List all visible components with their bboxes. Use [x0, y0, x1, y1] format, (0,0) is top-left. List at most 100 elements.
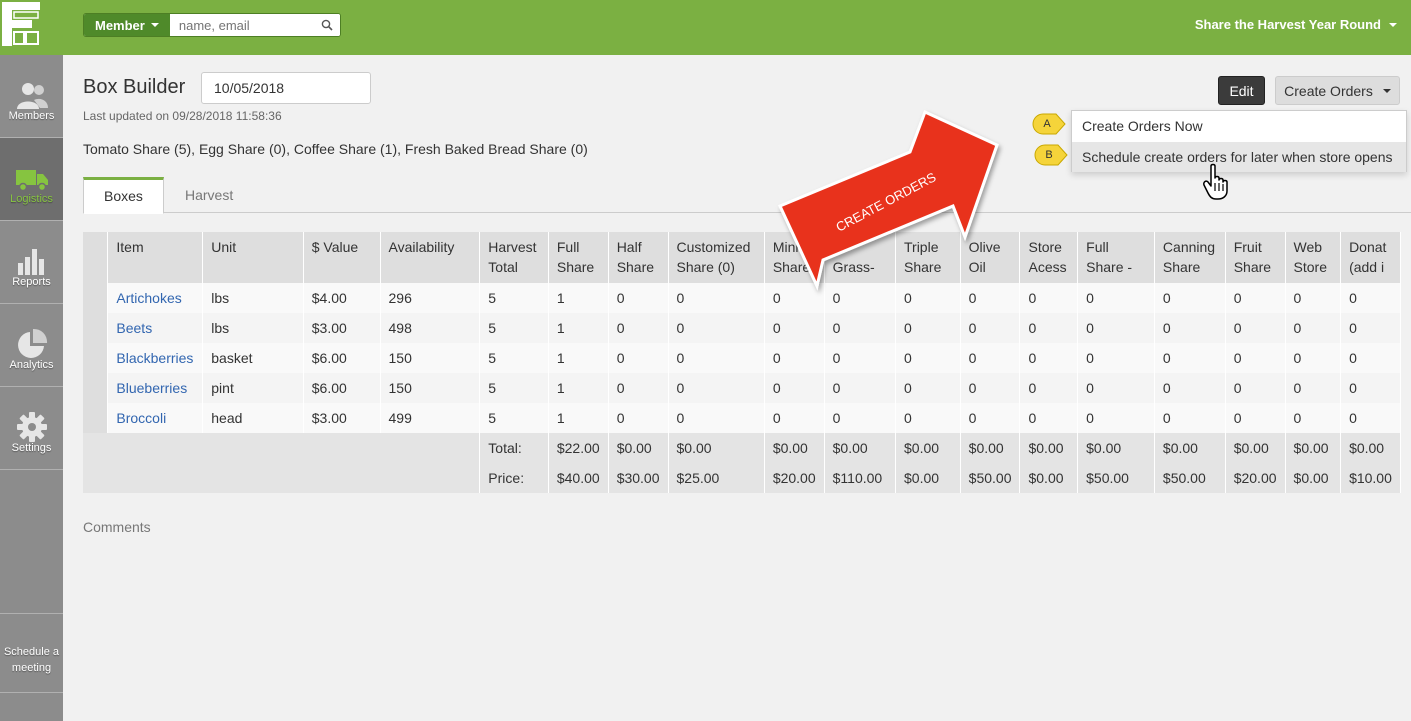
table-row[interactable]: Artichokes lbs $4.00 296 5 1 0 0 0 0 0 0…: [83, 283, 1401, 313]
column-header[interactable]: Full Share: [548, 232, 609, 283]
table-cell[interactable]: 0: [668, 343, 765, 373]
column-header[interactable]: Full Share -: [1077, 232, 1155, 283]
table-cell[interactable]: 0: [1019, 343, 1079, 373]
table-cell[interactable]: 0: [895, 373, 961, 403]
price-cell[interactable]: $30.00: [608, 463, 669, 493]
price-cell[interactable]: $25.00: [668, 463, 765, 493]
table-cell[interactable]: 0: [608, 343, 669, 373]
table-cell[interactable]: 0: [668, 373, 765, 403]
table-cell[interactable]: 0: [1285, 403, 1342, 433]
price-cell[interactable]: $20.00: [764, 463, 825, 493]
table-cell[interactable]: 0: [1077, 343, 1155, 373]
table-cell[interactable]: 0: [608, 403, 669, 433]
edit-button[interactable]: Edit: [1218, 76, 1265, 105]
table-row[interactable]: Blueberries pint $6.00 150 5 1 0 0 0 0 0…: [83, 373, 1401, 403]
table-row[interactable]: Blackberries basket $6.00 150 5 1 0 0 0 …: [83, 343, 1401, 373]
table-cell[interactable]: 0: [1154, 343, 1226, 373]
column-header[interactable]: Fruit Share: [1225, 232, 1286, 283]
table-cell[interactable]: 0: [1285, 313, 1342, 343]
table-row[interactable]: Broccoli head $3.00 499 5 1 0 0 0 0 0 0 …: [83, 403, 1401, 433]
row-select-cell[interactable]: [83, 343, 109, 373]
column-header[interactable]: Web Store: [1285, 232, 1342, 283]
table-cell[interactable]: 0: [1340, 313, 1401, 343]
table-cell[interactable]: 1: [548, 313, 609, 343]
table-cell[interactable]: 0: [1077, 403, 1155, 433]
price-cell[interactable]: $40.00: [548, 463, 609, 493]
table-cell[interactable]: 0: [1154, 313, 1226, 343]
table-cell[interactable]: 0: [824, 283, 897, 313]
table-cell[interactable]: 0: [1225, 403, 1286, 433]
sidebar-item-members[interactable]: Members: [0, 55, 63, 138]
table-cell[interactable]: 0: [895, 313, 961, 343]
row-select-cell[interactable]: [83, 313, 109, 343]
column-header[interactable]: Mini Share: [764, 232, 825, 283]
table-cell[interactable]: 0: [608, 283, 669, 313]
table-cell[interactable]: 0: [824, 403, 897, 433]
table-cell[interactable]: 0: [764, 343, 825, 373]
member-search-input[interactable]: [169, 14, 340, 36]
table-cell[interactable]: 0: [1019, 313, 1079, 343]
table-cell[interactable]: 0: [1285, 343, 1342, 373]
table-cell[interactable]: 0: [1285, 283, 1342, 313]
column-header[interactable]: Olive Oil: [960, 232, 1021, 283]
table-cell[interactable]: 0: [895, 343, 961, 373]
table-cell[interactable]: 0: [1225, 313, 1286, 343]
column-header[interactable]: Item: [107, 232, 204, 283]
org-menu[interactable]: Share the Harvest Year Round: [1195, 17, 1397, 32]
price-cell[interactable]: $0.00: [1019, 463, 1079, 493]
table-cell[interactable]: 0: [1154, 373, 1226, 403]
logo-icon[interactable]: [0, 0, 42, 48]
schedule-orders-item[interactable]: Schedule create orders for later when st…: [1072, 142, 1406, 172]
table-cell[interactable]: 0: [668, 403, 765, 433]
sidebar-item-schedule-meeting[interactable]: Schedule a meeting: [0, 613, 63, 693]
table-cell[interactable]: 0: [1225, 283, 1286, 313]
table-cell[interactable]: 0: [764, 283, 825, 313]
item-link[interactable]: Artichokes: [116, 290, 181, 306]
column-header[interactable]: Customized Share (0): [668, 232, 765, 283]
column-header[interactable]: $ Value: [303, 232, 381, 283]
table-cell[interactable]: 0: [824, 373, 897, 403]
table-cell[interactable]: 0: [1019, 373, 1079, 403]
column-header[interactable]: Half Share: [608, 232, 669, 283]
row-select-cell[interactable]: [83, 283, 109, 313]
column-header[interactable]: Grass-: [824, 232, 897, 283]
table-cell[interactable]: 0: [1077, 373, 1155, 403]
table-cell[interactable]: 0: [1340, 343, 1401, 373]
row-select-cell[interactable]: [83, 403, 109, 433]
create-orders-now-item[interactable]: Create Orders Now: [1072, 111, 1406, 141]
item-link[interactable]: Blackberries: [116, 350, 193, 366]
row-select-cell[interactable]: [83, 373, 109, 403]
column-header[interactable]: Unit: [202, 232, 304, 283]
tab-boxes[interactable]: Boxes: [83, 177, 164, 214]
table-cell[interactable]: 0: [895, 283, 961, 313]
price-cell[interactable]: $50.00: [1154, 463, 1226, 493]
price-cell[interactable]: $0.00: [895, 463, 961, 493]
column-header[interactable]: Donat (add i: [1340, 232, 1401, 283]
table-cell[interactable]: 0: [960, 373, 1021, 403]
price-cell[interactable]: $20.00: [1225, 463, 1286, 493]
create-orders-button[interactable]: Create Orders: [1275, 76, 1400, 105]
table-cell[interactable]: 0: [1019, 283, 1079, 313]
table-row[interactable]: Beets lbs $3.00 498 5 1 0 0 0 0 0 0 0 0 …: [83, 313, 1401, 343]
column-header[interactable]: Canning Share: [1154, 232, 1226, 283]
table-cell[interactable]: 0: [764, 373, 825, 403]
price-cell[interactable]: $50.00: [1077, 463, 1155, 493]
table-cell[interactable]: 0: [960, 403, 1021, 433]
sidebar-item-analytics[interactable]: Analytics: [0, 304, 63, 387]
table-cell[interactable]: 0: [764, 313, 825, 343]
price-cell[interactable]: $110.00: [824, 463, 897, 493]
table-cell[interactable]: 0: [1340, 373, 1401, 403]
table-cell[interactable]: 1: [548, 283, 609, 313]
price-cell[interactable]: $50.00: [960, 463, 1021, 493]
table-cell[interactable]: 0: [1154, 403, 1226, 433]
table-cell[interactable]: 0: [668, 283, 765, 313]
table-cell[interactable]: 0: [824, 313, 897, 343]
table-cell[interactable]: 0: [960, 283, 1021, 313]
sidebar-item-logistics[interactable]: Logistics: [0, 138, 63, 221]
box-date-input[interactable]: [201, 72, 371, 104]
sidebar-item-reports[interactable]: Reports: [0, 221, 63, 304]
table-cell[interactable]: 0: [608, 373, 669, 403]
column-header[interactable]: Triple Share: [895, 232, 961, 283]
sidebar-item-settings[interactable]: Settings: [0, 387, 63, 470]
member-dropdown-button[interactable]: Member: [84, 14, 170, 36]
